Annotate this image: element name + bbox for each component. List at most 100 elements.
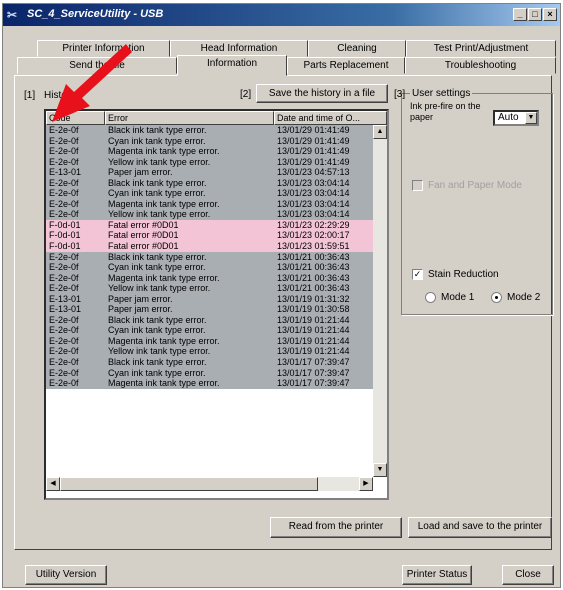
cell-error: Cyan ink tank type error. [108, 262, 206, 273]
cell-date: 13/01/17 07:39:47 [277, 367, 350, 378]
horizontal-scrollbar[interactable]: ◀ ▶ [46, 477, 373, 491]
tab-cleaning[interactable]: Cleaning [308, 40, 406, 57]
table-row[interactable]: E-2e-0f Yellow ink tank type error. 13/01/… [46, 156, 373, 168]
cell-date: 13/01/23 04:57:13 [277, 167, 350, 178]
cell-code: E-2e-0f [49, 146, 79, 157]
table-row[interactable]: F-0d-01 Fatal error #0D01 13/01/23 01:59:5… [46, 241, 373, 252]
cell-code: F-0d-01 [49, 230, 81, 241]
table-row[interactable]: E-13-01 Paper jam error. 13/01/23 04:57:13 [46, 167, 373, 178]
stain-reduction-checkbox[interactable]: ✓ [412, 269, 423, 280]
table-row[interactable]: E-2e-0f Yellow ink tank type error. 13/01/… [46, 283, 373, 294]
table-row[interactable]: F-0d-01 Fatal error #0D01 13/01/23 02:00:1… [46, 230, 373, 242]
save-section-number: [2] [240, 89, 252, 100]
save-history-button[interactable]: Save the history in a file [256, 84, 388, 103]
cell-code: F-0d-01 [49, 219, 81, 230]
cell-error: Yellow ink tank type error. [108, 283, 211, 294]
ink-prefire-select[interactable]: Auto ▼ [493, 110, 539, 126]
history-list[interactable]: Code Error Date and time of O... E-2e-0f… [44, 109, 389, 500]
cell-code: E-13-01 [49, 167, 82, 178]
tab-troubleshooting[interactable]: Troubleshooting [405, 57, 556, 74]
load-and-save-button[interactable]: Load and save to the printer [408, 517, 552, 538]
table-row[interactable]: E-13-01 Paper jam error. 13/01/19 01:31:32 [46, 293, 373, 305]
cell-date: 13/01/23 03:04:14 [277, 177, 350, 188]
mode1-radio[interactable] [425, 292, 436, 303]
cell-code: E-2e-0f [49, 135, 79, 146]
scroll-up-arrow-icon[interactable]: ▲ [373, 125, 387, 139]
cell-date: 13/01/23 02:00:17 [277, 230, 350, 241]
cell-error: Fatal error #0D01 [108, 219, 179, 230]
scroll-left-arrow-icon[interactable]: ◀ [46, 477, 60, 491]
cell-date: 13/01/23 02:29:29 [277, 219, 350, 230]
radio-selected-dot [495, 296, 498, 299]
cell-date: 13/01/23 03:04:14 [277, 209, 350, 220]
title-bar[interactable]: ✂ SC_4_ServiceUtility - USB _ □ × [3, 4, 560, 26]
table-row[interactable]: E-2e-0f Black ink tank type error. 13/01/1… [46, 357, 373, 368]
cell-code: E-2e-0f [49, 251, 79, 262]
user-settings-group [401, 93, 553, 315]
cell-code: E-2e-0f [49, 177, 79, 188]
scroll-down-arrow-icon[interactable]: ▼ [373, 463, 387, 477]
cell-code: E-2e-0f [49, 367, 79, 378]
cell-error: Fatal error #0D01 [108, 230, 179, 241]
table-row[interactable]: E-2e-0f Yellow ink tank type error. 13/01/… [46, 209, 373, 220]
table-row[interactable]: E-2e-0f Black ink tank type error. 13/01/1… [46, 314, 373, 326]
read-from-printer-button[interactable]: Read from the printer [270, 517, 402, 538]
table-row[interactable]: E-2e-0f Magenta ink tank type error. 13/01… [46, 198, 373, 210]
cell-code: E-2e-0f [49, 188, 79, 199]
fan-paper-mode-label: Fan and Paper Mode [428, 180, 522, 191]
table-row[interactable]: E-2e-0f Cyan ink tank type error. 13/01/21… [46, 262, 373, 273]
cell-date: 13/01/19 01:21:44 [277, 325, 350, 336]
mode1-label: Mode 1 [441, 292, 475, 303]
table-row[interactable]: E-2e-0f Cyan ink tank type error. 13/01/19… [46, 325, 373, 336]
table-row[interactable]: E-2e-0f Magenta ink tank type error. 13/01… [46, 272, 373, 284]
table-row[interactable]: E-2e-0f Magenta ink tank type error. 13/01… [46, 378, 373, 389]
maximize-button[interactable]: □ [528, 8, 542, 21]
table-row[interactable]: E-2e-0f Magenta ink tank type error. 13/01… [46, 335, 373, 347]
table-row[interactable]: F-0d-01 Fatal error #0D01 13/01/23 02:29:2… [46, 219, 373, 231]
cell-date: 13/01/17 07:39:47 [277, 357, 350, 368]
cell-code: E-2e-0f [49, 314, 79, 325]
close-window-button[interactable]: × [543, 8, 557, 21]
cell-date: 13/01/17 07:39:47 [277, 378, 350, 389]
horizontal-scroll-thumb[interactable] [60, 477, 318, 491]
column-header-date[interactable]: Date and time of O... [274, 111, 387, 125]
cell-error: Cyan ink tank type error. [108, 188, 206, 199]
cell-error: Paper jam error. [108, 293, 173, 304]
cell-date: 13/01/23 03:04:14 [277, 188, 350, 199]
cell-error: Black ink tank type error. [108, 251, 207, 262]
table-row[interactable]: E-2e-0f Black ink tank type error. 13/01/2… [46, 251, 373, 263]
table-row[interactable]: E-2e-0f Magenta ink tank type error. 13/01… [46, 146, 373, 157]
table-row[interactable]: E-13-01 Paper jam error. 13/01/19 01:30:58 [46, 304, 373, 315]
table-row[interactable]: E-2e-0f Yellow ink tank type error. 13/01/… [46, 346, 373, 358]
vertical-scrollbar[interactable]: ▲ ▼ [373, 125, 387, 477]
cell-date: 13/01/21 00:36:43 [277, 262, 350, 273]
close-button[interactable]: Close [502, 565, 554, 585]
utility-version-button[interactable]: Utility Version [25, 565, 107, 585]
table-row[interactable]: E-2e-0f Cyan ink tank type error. 13/01/17… [46, 367, 373, 379]
cell-error: Magenta ink tank type error. [108, 146, 220, 157]
cell-error: Paper jam error. [108, 167, 173, 178]
tab-parts-replacement[interactable]: Parts Replacement [287, 57, 405, 74]
mode2-radio[interactable] [491, 292, 502, 303]
cell-date: 13/01/23 03:04:14 [277, 198, 350, 209]
chevron-down-icon[interactable]: ▼ [525, 112, 537, 124]
minimize-button[interactable]: _ [513, 8, 527, 21]
table-row[interactable]: E-2e-0f Black ink tank type error. 13/01/2… [46, 177, 373, 189]
cell-code: E-2e-0f [49, 335, 79, 346]
tab-test-print-adjustment[interactable]: Test Print/Adjustment [406, 40, 556, 57]
scroll-right-arrow-icon[interactable]: ▶ [359, 477, 373, 491]
mode2-label: Mode 2 [507, 292, 541, 303]
user-settings-title: User settings [410, 88, 473, 99]
cell-error: Paper jam error. [108, 304, 173, 315]
cell-error: Cyan ink tank type error. [108, 135, 206, 146]
printer-status-button[interactable]: Printer Status [402, 565, 472, 585]
fan-paper-mode-checkbox[interactable] [412, 180, 423, 191]
tab-information[interactable]: Information [177, 55, 287, 76]
cell-error: Black ink tank type error. [108, 314, 207, 325]
cell-code: E-13-01 [49, 304, 82, 315]
cell-error: Yellow ink tank type error. [108, 346, 211, 357]
table-row[interactable]: E-2e-0f Cyan ink tank type error. 13/01/29… [46, 135, 373, 147]
cell-code: E-2e-0f [49, 378, 79, 389]
table-row[interactable]: E-2e-0f Cyan ink tank type error. 13/01/23… [46, 188, 373, 199]
cell-code: E-2e-0f [49, 262, 79, 273]
